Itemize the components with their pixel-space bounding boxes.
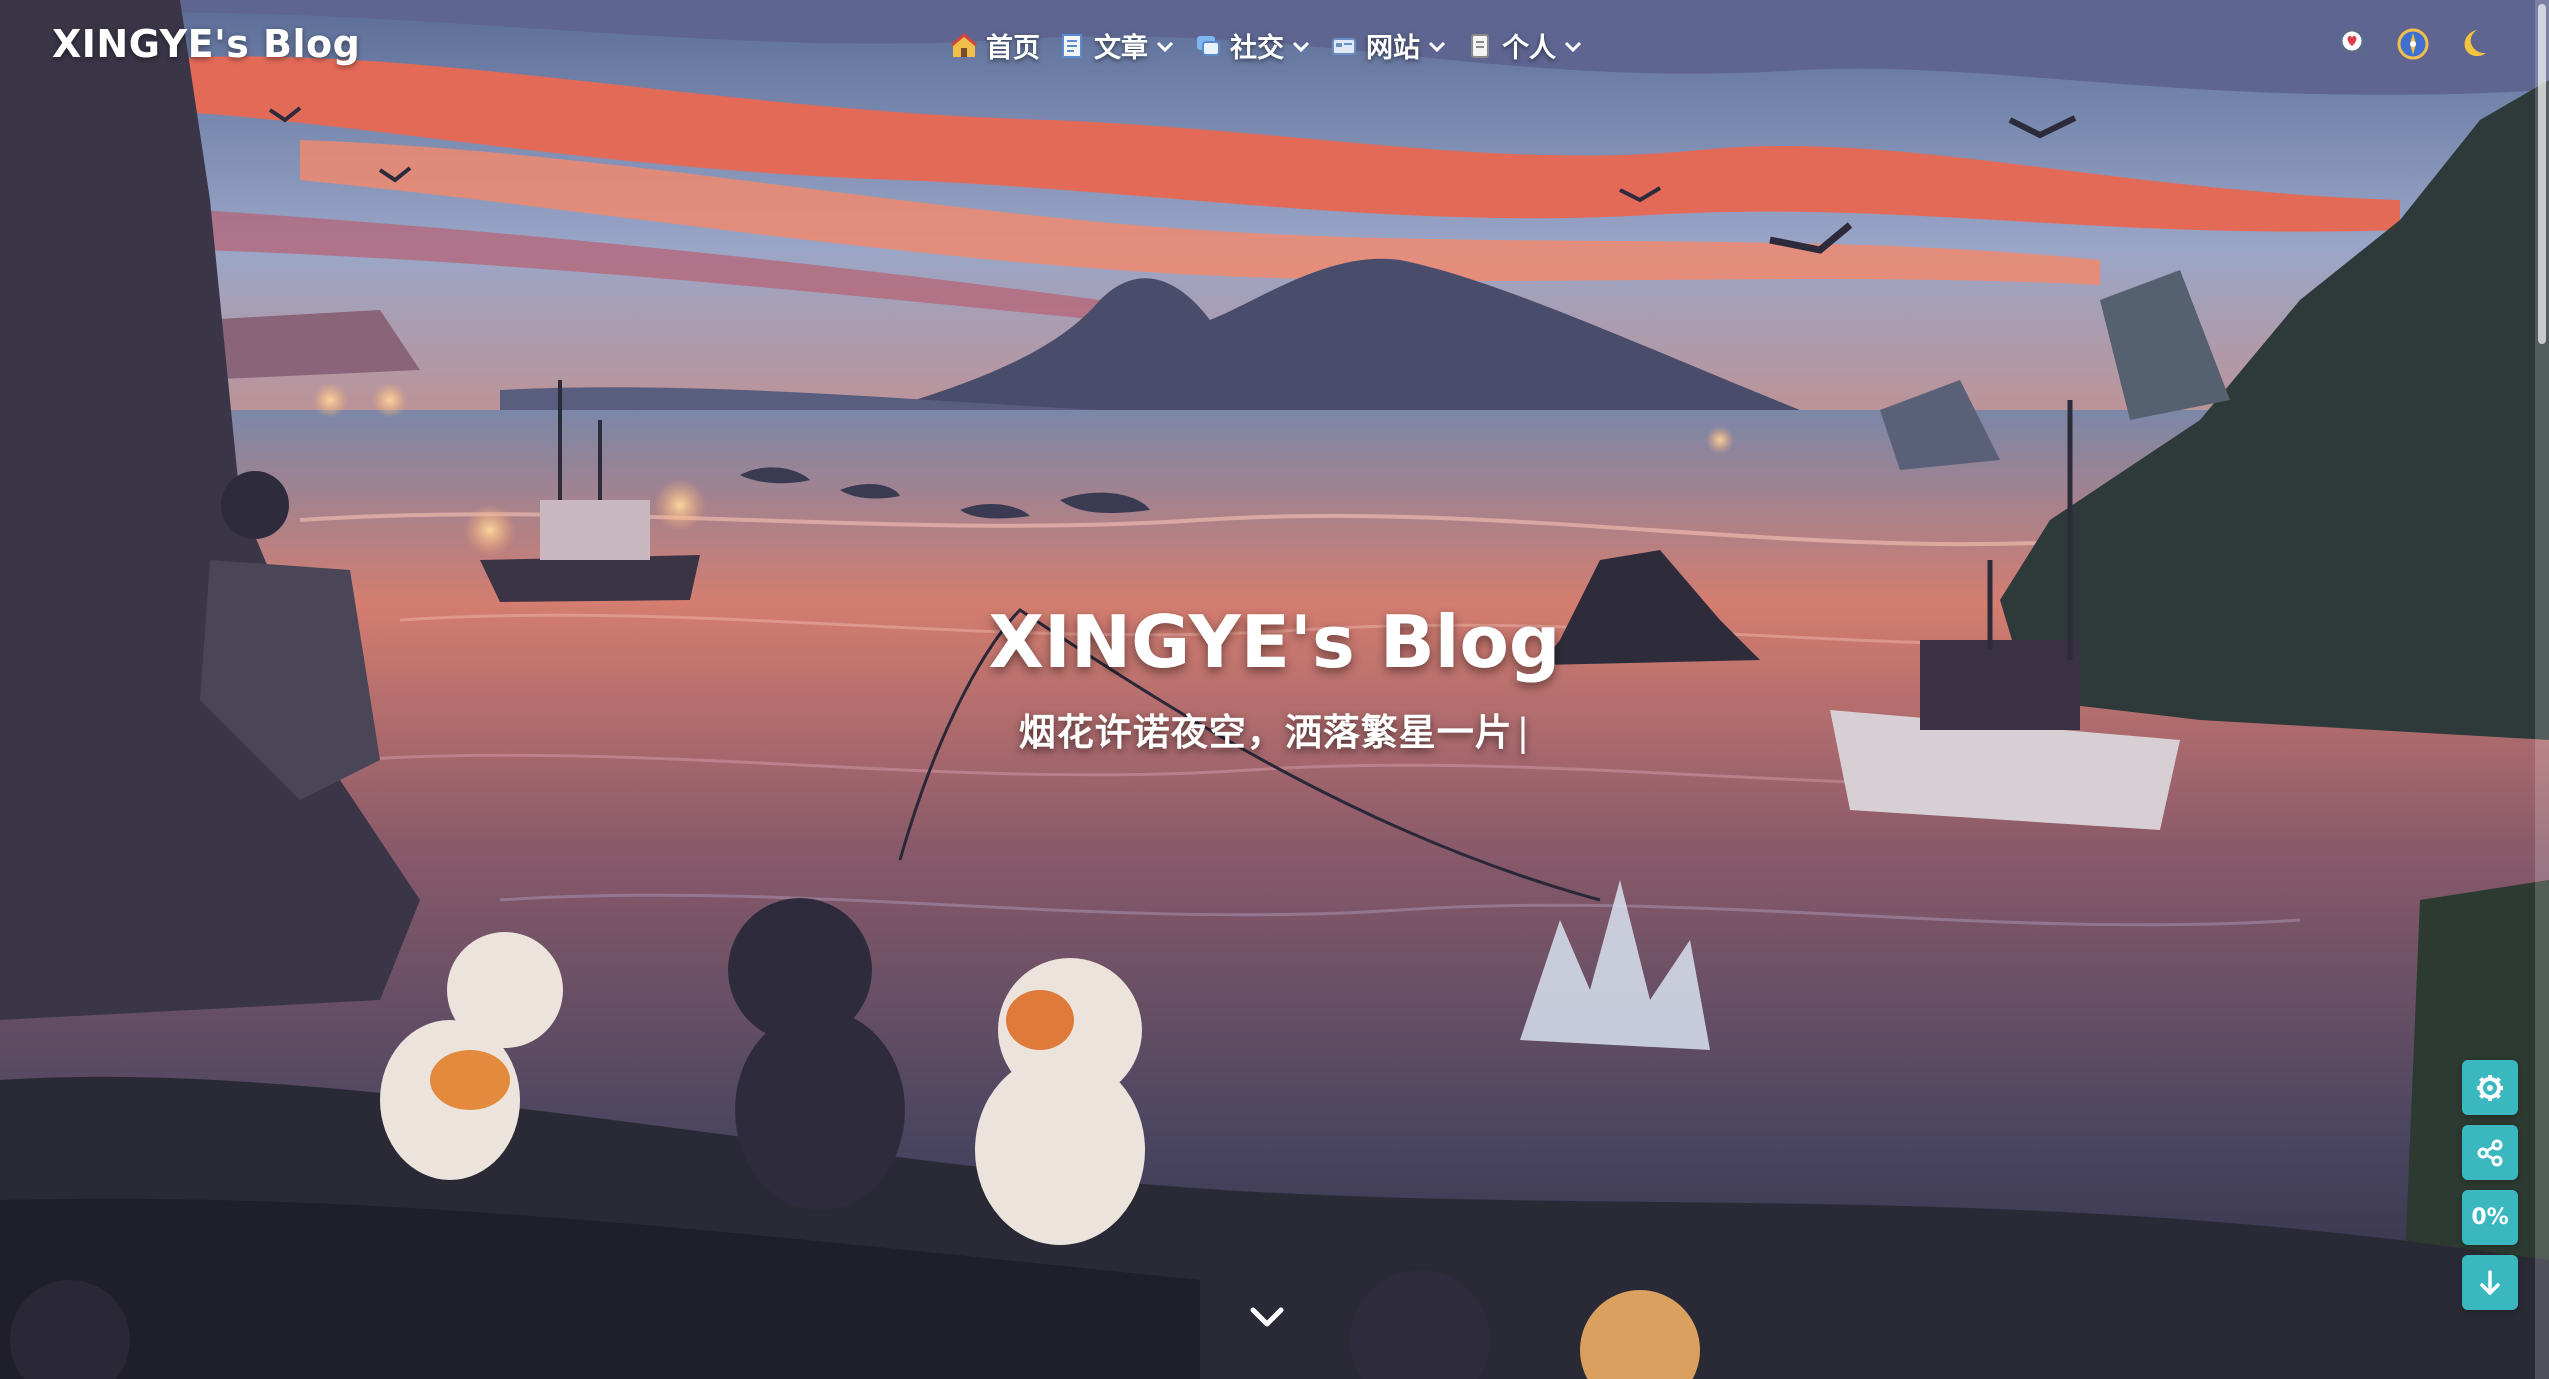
home-icon	[951, 32, 977, 57]
menu-item-personal[interactable]: 个人	[1466, 26, 1584, 65]
chevron-down-icon	[1156, 41, 1174, 52]
navbar: XINGYE's Blog 首页 文章 社交 网站 个人	[0, 0, 2549, 96]
hero-title: XINGYE's Blog	[988, 600, 1561, 684]
menu-item-websites-label: 网站	[1366, 33, 1420, 64]
article-icon	[1062, 33, 1082, 58]
search-heart-icon[interactable]	[2337, 26, 2373, 62]
chevron-down-icon	[1292, 41, 1310, 52]
typing-cursor: |	[1516, 711, 1531, 754]
scrollbar-thumb[interactable]	[2538, 4, 2546, 344]
settings-button[interactable]	[2462, 1060, 2518, 1115]
toolbar	[2337, 26, 2489, 62]
page-scrollbar[interactable]	[2535, 0, 2549, 1379]
site-name-link[interactable]: XINGYE's Blog	[52, 22, 360, 66]
chat-icon	[1197, 35, 1220, 56]
menu-item-social[interactable]: 社交	[1194, 26, 1312, 65]
menu-item-websites[interactable]: 网站	[1330, 26, 1448, 65]
settings-icon	[2477, 1074, 2503, 1101]
scroll-to-bottom-button[interactable]	[2462, 1255, 2518, 1310]
chevron-down-icon	[1428, 41, 1446, 52]
floating-toolbar: 0%	[2462, 1060, 2518, 1310]
arrow-down-icon	[2480, 1269, 2500, 1295]
scroll-down-chevron-icon[interactable]	[1245, 1300, 1289, 1332]
share-icon	[2477, 1139, 2503, 1166]
main-menu: 首页 文章 社交 网站 个人	[950, 26, 1584, 65]
website-icon	[1332, 37, 1356, 55]
menu-item-social-label: 社交	[1230, 33, 1284, 64]
menu-item-personal-label: 个人	[1502, 33, 1556, 64]
menu-item-home-label: 首页	[986, 33, 1040, 64]
compass-icon[interactable]	[2395, 26, 2431, 62]
hero-subtitle: 烟花许诺夜空，洒落繁星一片	[1018, 711, 1513, 754]
hero-subtitle-wrap: 烟花许诺夜空，洒落繁星一片 |	[0, 702, 2549, 756]
chevron-down-icon	[1564, 41, 1582, 52]
reading-progress-button[interactable]: 0%	[2462, 1190, 2518, 1245]
menu-item-articles[interactable]: 文章	[1058, 26, 1176, 65]
moon-icon[interactable]	[2453, 26, 2489, 62]
reading-progress-label: 0%	[2471, 1205, 2509, 1230]
page: XINGYE's Blog 首页 文章 社交 网站 个人 XINGYE's Bl…	[0, 0, 2549, 1379]
profile-icon	[1471, 33, 1489, 58]
share-button[interactable]	[2462, 1125, 2518, 1180]
menu-item-articles-label: 文章	[1094, 33, 1148, 64]
hero-background-image	[0, 0, 2549, 1379]
menu-item-home[interactable]: 首页	[950, 26, 1040, 65]
